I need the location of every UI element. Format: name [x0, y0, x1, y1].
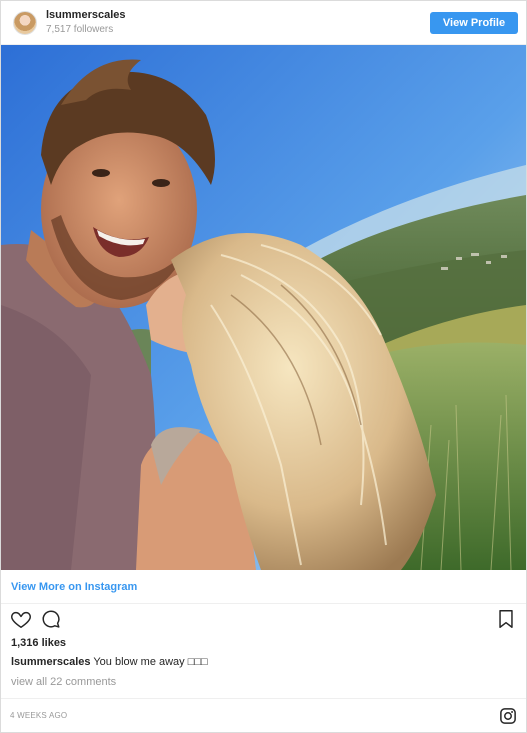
instagram-icon[interactable]	[499, 707, 517, 725]
username[interactable]: lsummerscales	[46, 9, 126, 22]
post-photo[interactable]	[1, 45, 526, 570]
follower-count: 7,517 followers	[46, 23, 114, 35]
heart-icon[interactable]	[10, 608, 32, 630]
like-count[interactable]: 1,316 likes	[1, 634, 526, 652]
comment-icon[interactable]	[40, 608, 62, 630]
caption-username[interactable]: lsummerscales	[11, 656, 91, 668]
bookmark-icon[interactable]	[495, 608, 517, 630]
instagram-embed-card: lsummerscales 7,517 followers View Profi…	[0, 0, 527, 733]
avatar[interactable]	[13, 10, 37, 35]
post-photo-image	[1, 45, 526, 570]
user-meta: lsummerscales 7,517 followers	[46, 9, 126, 35]
caption-text: You blow me away	[90, 656, 188, 668]
post-header: lsummerscales 7,517 followers View Profi…	[1, 1, 526, 45]
post-footer: 4 WEEKS AGO	[1, 698, 526, 732]
action-bar	[1, 604, 526, 634]
view-more-link[interactable]: View More on Instagram	[1, 570, 526, 604]
view-profile-button[interactable]: View Profile	[430, 11, 518, 34]
caption: lsummerscales You blow me away □□□	[1, 652, 526, 672]
view-comments-link[interactable]: view all 22 comments	[1, 672, 526, 692]
caption-emoji-boxes: □□□	[187, 656, 208, 668]
post-timestamp: 4 WEEKS AGO	[10, 711, 68, 720]
